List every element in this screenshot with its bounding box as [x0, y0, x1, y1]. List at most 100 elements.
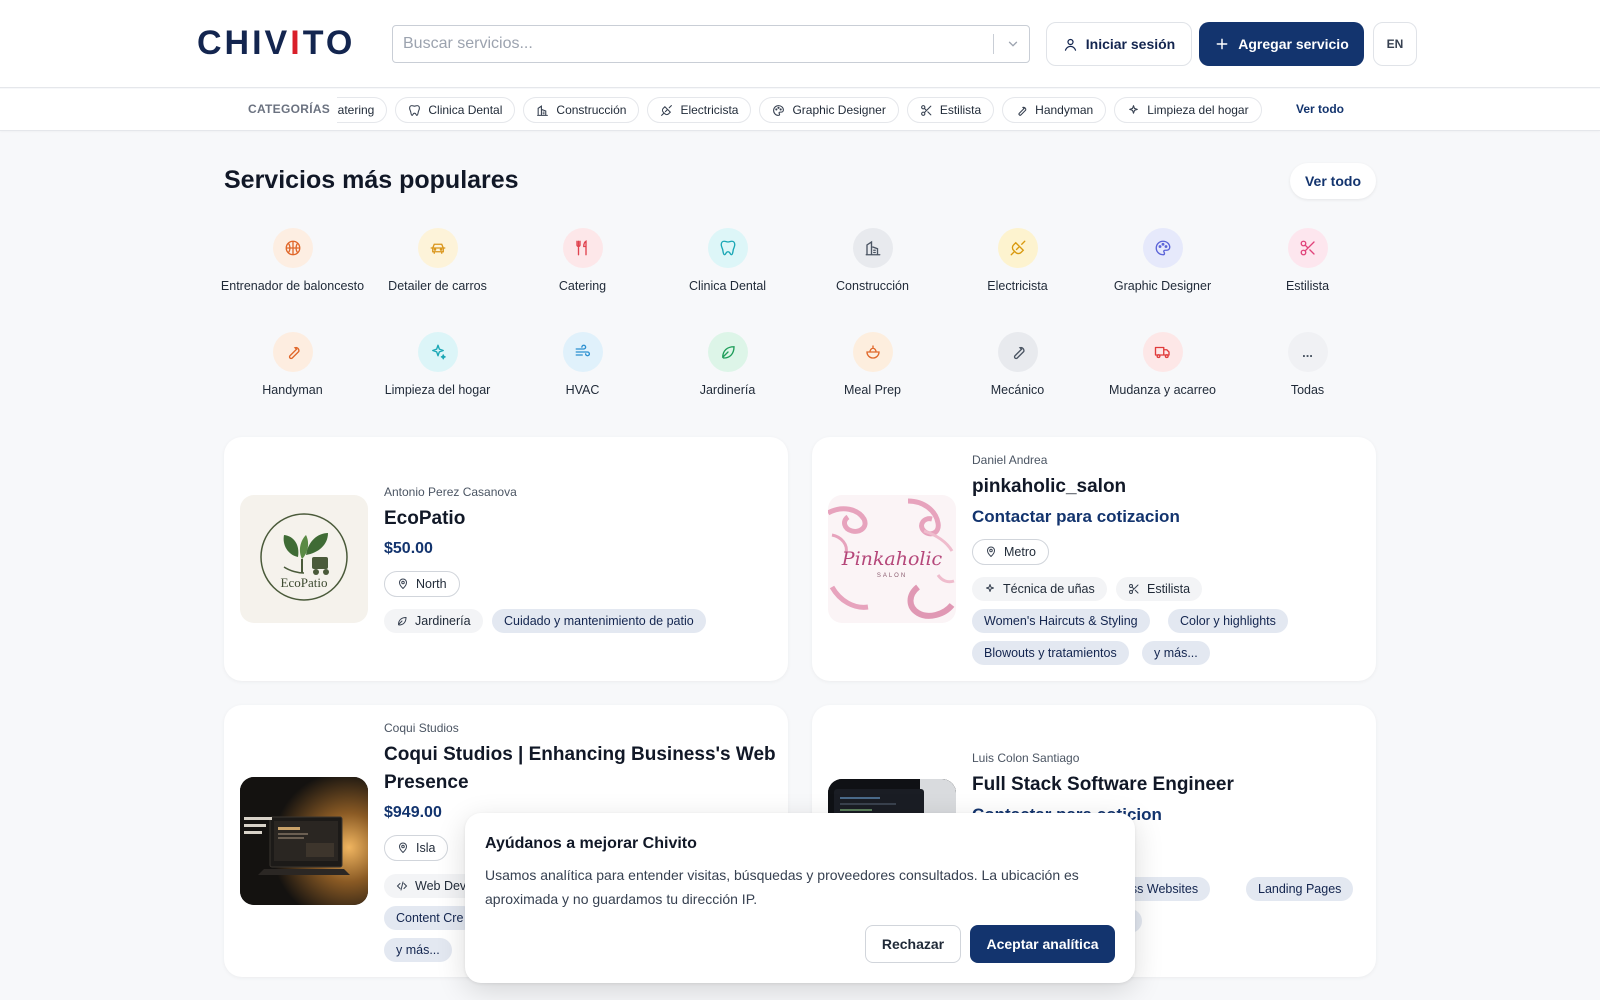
contact-for-quote: Contactar para cotizacion	[972, 507, 1180, 526]
service-thumbnail: EcoPatio	[240, 495, 368, 623]
scissors-icon	[1287, 228, 1328, 268]
service-tag: Women's Haircuts & Styling	[972, 609, 1150, 633]
service-tag: Content Cre	[384, 906, 476, 930]
category-tag: Técnica de uñas	[972, 577, 1107, 601]
service-title[interactable]: pinkaholic_salon	[972, 473, 1126, 501]
chip-handyman[interactable]: Handyman	[1002, 97, 1107, 123]
logo[interactable]: CHIVITO	[197, 24, 355, 63]
service-owner: Luis Colon Santiago	[972, 751, 1080, 765]
category-catering[interactable]: Catering	[510, 228, 655, 294]
chip-catering[interactable]: Catering	[337, 97, 388, 123]
category-mudanza-y-acarreo[interactable]: Mudanza y acarreo	[1090, 332, 1235, 398]
category-entrenador-de-baloncesto[interactable]: Entrenador de baloncesto	[220, 228, 365, 294]
service-owner: Coqui Studios	[384, 721, 459, 735]
car-icon	[417, 228, 458, 268]
category-handyman[interactable]: Handyman	[220, 332, 365, 398]
scissors-icon	[1129, 584, 1139, 594]
category-hvac[interactable]: HVAC	[510, 332, 655, 398]
category-tag: Estilista	[1116, 577, 1203, 601]
user-icon	[1064, 38, 1076, 51]
reject-analytics-button[interactable]: Rechazar	[865, 925, 961, 963]
category-estilista[interactable]: Estilista	[1235, 228, 1380, 294]
wrench-icon	[1018, 106, 1027, 116]
location-badge: Metro	[972, 539, 1049, 565]
service-thumbnail	[240, 777, 368, 905]
leaf-icon	[397, 616, 407, 626]
more-tags[interactable]: y más...	[384, 938, 452, 962]
category-detailer-de-carros[interactable]: Detailer de carros	[365, 228, 510, 294]
service-owner: Daniel Andrea	[972, 453, 1048, 467]
chip-estilista[interactable]: Estilista	[906, 97, 995, 123]
category-construccion[interactable]: Construcción	[800, 228, 945, 294]
categories-bar: CATEGORÍAS Catering Clinica Dental Const…	[0, 89, 1600, 131]
category-meal-prep[interactable]: Meal Prep	[800, 332, 945, 398]
website-mockup-image	[240, 777, 368, 905]
sparkles-icon	[417, 332, 458, 372]
tooth-icon	[409, 104, 421, 116]
service-title[interactable]: EcoPatio	[384, 505, 465, 533]
salad-bowl-icon	[852, 332, 893, 372]
wind-icon	[562, 332, 603, 372]
category-chips-scroller[interactable]: Catering Clinica Dental Construcción Ele…	[337, 95, 1277, 125]
pinkaholic-logo-text: Pinkaholic	[841, 548, 943, 570]
service-price: $50.00	[384, 540, 433, 557]
category-graphic-designer[interactable]: Graphic Designer	[1090, 228, 1235, 294]
login-button[interactable]: Iniciar sesión	[1046, 22, 1192, 66]
palette-icon	[1142, 228, 1183, 268]
popular-view-all-button[interactable]: Ver todo	[1290, 163, 1376, 199]
location-badge: Isla	[384, 835, 449, 861]
truck-icon	[1142, 332, 1183, 372]
service-owner: Antonio Perez Casanova	[384, 485, 517, 499]
more-icon: ...	[1287, 332, 1328, 372]
chip-graphic-designer[interactable]: Graphic Designer	[759, 97, 899, 123]
chevron-down-icon[interactable]	[999, 32, 1027, 56]
ecopatio-logo-text: EcoPatio	[281, 575, 328, 590]
more-tags[interactable]: y más...	[1142, 641, 1210, 665]
category-electricista[interactable]: Electricista	[945, 228, 1090, 294]
tooth-icon	[707, 228, 748, 268]
add-service-button[interactable]: Agregar servicio	[1199, 22, 1364, 66]
analytics-consent-dialog: Ayúdanos a mejorar Chivito Usamos analít…	[465, 813, 1135, 983]
sparkles-icon	[1129, 104, 1139, 114]
accept-analytics-button[interactable]: Aceptar analítica	[970, 925, 1115, 963]
palette-icon	[773, 104, 785, 116]
map-pin-icon	[986, 546, 996, 558]
pinkaholic-logo-subtext: SALON	[877, 573, 907, 579]
wrench-icon	[272, 332, 313, 372]
category-limpieza-del-hogar[interactable]: Limpieza del hogar	[365, 332, 510, 398]
search-box	[392, 25, 1030, 63]
wrench-icon	[997, 332, 1038, 372]
service-title[interactable]: Full Stack Software Engineer	[972, 771, 1234, 799]
consent-title: Ayúdanos a mejorar Chivito	[485, 835, 697, 852]
map-pin-icon	[398, 842, 408, 854]
service-tag: Cuidado y mantenimiento de patio	[492, 609, 706, 633]
service-card-ecopatio[interactable]: EcoPatio Antonio Perez Casanova EcoPatio…	[224, 437, 788, 681]
search-input[interactable]	[403, 26, 983, 62]
building-icon	[537, 104, 549, 116]
chip-clinica-dental[interactable]: Clinica Dental	[395, 97, 516, 123]
category-jardineria[interactable]: Jardinería	[655, 332, 800, 398]
section-title: Servicios más populares	[224, 166, 519, 194]
chip-construccion[interactable]: Construcción	[523, 97, 640, 123]
service-card-pinkaholic-salon[interactable]: Pinkaholic SALON Daniel Andrea pinkaholi…	[812, 437, 1376, 681]
plug-icon	[997, 228, 1038, 268]
pinkaholic-logo: Pinkaholic SALON	[828, 498, 955, 619]
category-tag: Jardinería	[384, 609, 483, 633]
language-button[interactable]: EN	[1373, 22, 1417, 66]
service-thumbnail: Pinkaholic SALON	[828, 495, 956, 623]
category-todas[interactable]: ... Todas	[1235, 332, 1380, 398]
search-divider	[993, 34, 994, 54]
categories-view-all-link[interactable]: Ver todo	[1296, 102, 1344, 116]
code-icon	[396, 881, 408, 891]
service-price: $949.00	[384, 804, 442, 821]
categories-label: CATEGORÍAS	[248, 102, 331, 116]
service-title[interactable]: Coqui Studios | Enhancing Business's Web…	[384, 741, 776, 797]
service-tag: Color y highlights	[1168, 609, 1288, 633]
category-mecanico[interactable]: Mecánico	[945, 332, 1090, 398]
chip-electricista[interactable]: Electricista	[647, 97, 752, 123]
chip-limpieza-del-hogar[interactable]: Limpieza del hogar	[1114, 97, 1262, 123]
category-clinica-dental[interactable]: Clinica Dental	[655, 228, 800, 294]
scissors-icon	[920, 104, 932, 116]
service-tag: Landing Pages	[1246, 877, 1354, 901]
plug-icon	[661, 104, 673, 116]
